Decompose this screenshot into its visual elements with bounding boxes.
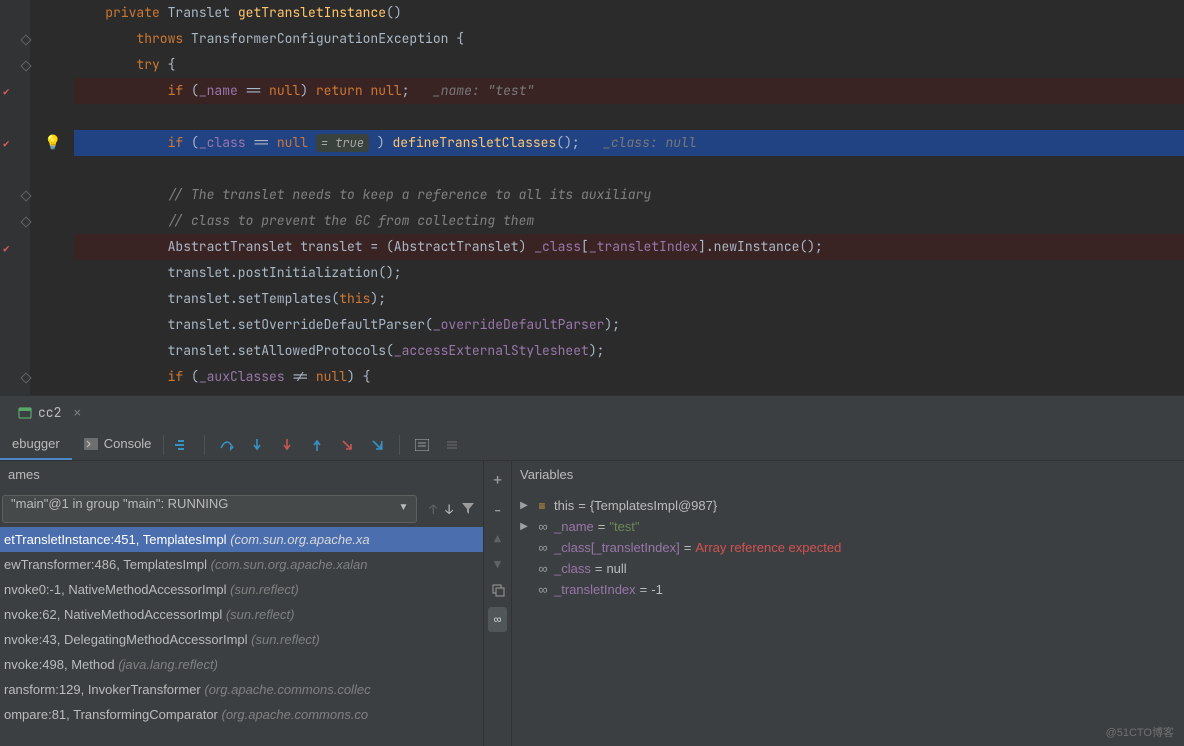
watermark: @51CTO博客 [1106,724,1174,740]
variable-row[interactable]: ▶≡this = {TemplatesImpl@987} [518,495,1178,516]
code-line[interactable]: translet.postInitialization(); [74,260,1184,286]
code-line[interactable]: private Translet getTransletInstance() [74,0,1184,26]
move-up-icon[interactable]: ▲ [494,531,501,547]
code-line[interactable]: // The translet needs to keep a referenc… [74,182,1184,208]
expand-icon[interactable]: ▶ [518,500,530,511]
code-line[interactable]: translet.setAllowedProtocols(_accessExte… [74,338,1184,364]
code-line[interactable]: translet.setTemplates(this); [74,286,1184,312]
variables-header: Variables [512,461,1184,491]
run-config-tabs: cc2 ✕ [0,395,1184,429]
thread-selector[interactable]: "main"@1 in group "main": RUNNING ▼ [2,495,417,523]
run-tab-label: cc2 [38,404,61,421]
stack-frame[interactable]: ransform:129, InvokerTransformer (org.ap… [0,677,483,702]
application-icon [18,406,32,420]
code-line[interactable]: if (_name == null) return null; _name: "… [74,78,1184,104]
stack-frame[interactable]: nvoke:62, NativeMethodAccessorImpl (sun.… [0,602,483,627]
code-line[interactable]: if (_class == null = true ) defineTransl… [74,130,1184,156]
next-frame-icon[interactable]: ↓ [445,501,453,518]
show-watches-icon[interactable]: ∞ [488,607,508,632]
breakpoint-icon[interactable]: ✔ [3,85,10,99]
force-step-into-icon[interactable] [279,437,295,453]
trace-current-stream-chain-icon[interactable] [444,437,460,453]
remove-watch-icon[interactable]: − [493,500,503,521]
code-line[interactable]: AbstractTranslet translet = (AbstractTra… [74,234,1184,260]
code-line[interactable]: throws TransformerConfigurationException… [74,26,1184,52]
show-execution-point-icon[interactable] [174,437,190,453]
fold-marker[interactable] [20,34,31,45]
close-icon[interactable]: ✕ [73,404,81,421]
expand-icon[interactable]: ▶ [518,521,530,532]
drop-frame-icon[interactable] [339,437,355,453]
breakpoint-icon[interactable]: ✔ [3,137,10,151]
console-icon [84,438,98,450]
frames-panel: ames "main"@1 in group "main": RUNNING ▼… [0,461,484,746]
stack-frame[interactable]: nvoke:43, DelegatingMethodAccessorImpl (… [0,627,483,652]
stack-frame[interactable]: nvoke0:-1, NativeMethodAccessorImpl (sun… [0,577,483,602]
tab-debugger[interactable]: ebugger [0,429,72,460]
new-watch-icon[interactable]: + [493,469,503,490]
code-line[interactable]: try { [74,52,1184,78]
duplicate-watch-icon[interactable] [491,583,505,597]
code-line[interactable]: // class to prevent the GC from collecti… [74,208,1184,234]
run-to-cursor-icon[interactable] [369,437,385,453]
stack-frame[interactable]: ompare:81, TransformingComparator (org.a… [0,702,483,727]
fold-marker[interactable] [20,60,31,71]
variables-list[interactable]: ▶≡this = {TemplatesImpl@987}▶∞_name = "t… [512,491,1184,604]
frames-header: ames [0,461,483,491]
variable-row[interactable]: ∞_class = null [518,558,1178,579]
object-icon: ≡ [534,499,550,513]
watch-icon: ∞ [534,561,550,576]
step-out-icon[interactable] [309,437,325,453]
code-line[interactable]: translet.setOverrideDefaultParser(_overr… [74,312,1184,338]
run-tab[interactable]: cc2 ✕ [18,404,81,421]
code-editor[interactable]: ✔ ✔ ✔ private Translet getTransletInstan… [0,0,1184,395]
watch-icon: ∞ [534,519,550,534]
intention-bulb-icon[interactable]: 💡 [44,134,61,152]
stack-frame[interactable]: etTransletInstance:451, TemplatesImpl (c… [0,527,483,552]
editor-gutter: ✔ ✔ ✔ [0,0,30,395]
filter-icon[interactable] [461,501,475,518]
code-line[interactable] [74,104,1184,130]
variables-panel: + − ▲ ▼ ∞ Variables ▶≡this = {TemplatesI… [484,461,1184,746]
stack-frame[interactable]: nvoke:498, Method (java.lang.reflect) [0,652,483,677]
stack-frame[interactable]: ewTransformer:486, TemplatesImpl (com.su… [0,552,483,577]
variables-toolbar: + − ▲ ▼ ∞ [484,461,512,746]
frames-list[interactable]: etTransletInstance:451, TemplatesImpl (c… [0,527,483,746]
debugger-toolbar: ebugger Console [0,429,1184,461]
watch-icon: ∞ [534,582,550,597]
code-line[interactable] [74,156,1184,182]
evaluate-expression-icon[interactable] [414,437,430,453]
step-into-icon[interactable] [249,437,265,453]
tab-console[interactable]: Console [72,429,164,460]
variable-row[interactable]: ▶∞_name = "test" [518,516,1178,537]
move-down-icon[interactable]: ▼ [494,557,501,573]
fold-marker[interactable] [20,190,31,201]
watch-icon: ∞ [534,540,550,555]
chevron-down-icon: ▼ [398,502,408,513]
prev-frame-icon[interactable]: ↑ [429,501,437,518]
variable-row[interactable]: ∞_transletIndex = -1 [518,579,1178,600]
code-line[interactable]: if (_auxClasses != null) { [74,364,1184,390]
fold-marker[interactable] [20,216,31,227]
variable-row[interactable]: ∞_class[_transletIndex] = Array referenc… [518,537,1178,558]
step-over-icon[interactable] [219,437,235,453]
fold-marker[interactable] [20,372,31,383]
breakpoint-icon[interactable]: ✔ [3,242,10,256]
